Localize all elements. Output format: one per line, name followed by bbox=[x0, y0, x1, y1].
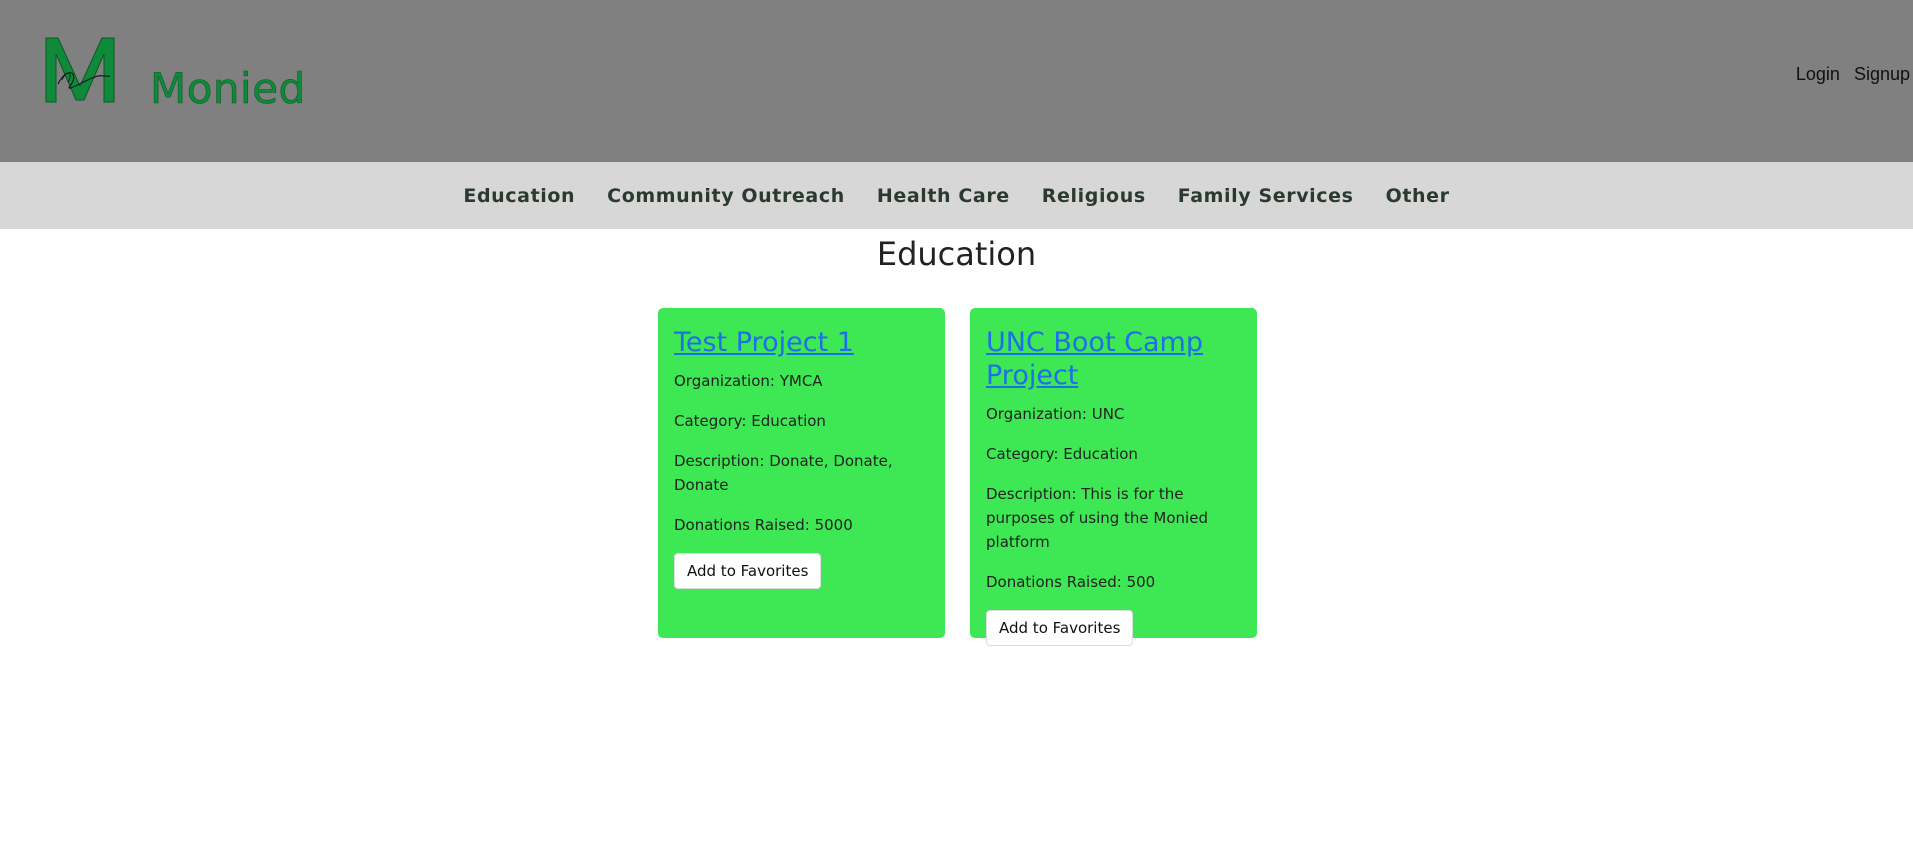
project-card: Test Project 1 Organization: YMCA Catego… bbox=[658, 308, 945, 638]
project-title-link[interactable]: UNC Boot Camp Project bbox=[986, 326, 1241, 392]
project-description: Description: Donate, Donate, Donate bbox=[674, 452, 893, 494]
site-header: Monied Login Signup bbox=[0, 0, 1913, 162]
nav-item-community-outreach[interactable]: Community Outreach bbox=[591, 185, 861, 207]
nav-item-family-services[interactable]: Family Services bbox=[1162, 185, 1370, 207]
nav-item-education[interactable]: Education bbox=[447, 185, 591, 207]
main-content: Education Test Project 1 Organization: Y… bbox=[0, 229, 1913, 646]
login-link[interactable]: Login bbox=[1796, 64, 1840, 85]
project-description: Description: This is for the purposes of… bbox=[986, 485, 1208, 551]
project-category: Category: Education bbox=[986, 445, 1138, 463]
project-donations: Donations Raised: 500 bbox=[986, 573, 1156, 591]
page-title: Education bbox=[876, 235, 1037, 273]
auth-links: Login Signup bbox=[1796, 64, 1910, 85]
project-organization: Organization: YMCA bbox=[674, 372, 823, 390]
project-donations: Donations Raised: 5000 bbox=[674, 516, 853, 534]
project-card: UNC Boot Camp Project Organization: UNC … bbox=[970, 308, 1257, 646]
monied-logo-icon[interactable] bbox=[40, 34, 120, 110]
add-to-favorites-button[interactable]: Add to Favorites bbox=[986, 610, 1134, 646]
nav-item-religious[interactable]: Religious bbox=[1026, 185, 1162, 207]
project-organization: Organization: UNC bbox=[986, 405, 1125, 423]
project-card-list: Test Project 1 Organization: YMCA Catego… bbox=[0, 308, 1913, 646]
signup-link[interactable]: Signup bbox=[1854, 64, 1910, 85]
add-to-favorites-button[interactable]: Add to Favorites bbox=[674, 553, 822, 589]
project-category: Category: Education bbox=[674, 412, 826, 430]
project-title-link[interactable]: Test Project 1 bbox=[674, 326, 929, 359]
brand-name: Monied bbox=[150, 64, 306, 114]
category-nav: Education Community Outreach Health Care… bbox=[0, 162, 1913, 229]
nav-item-other[interactable]: Other bbox=[1370, 185, 1466, 207]
nav-item-health-care[interactable]: Health Care bbox=[861, 185, 1026, 207]
